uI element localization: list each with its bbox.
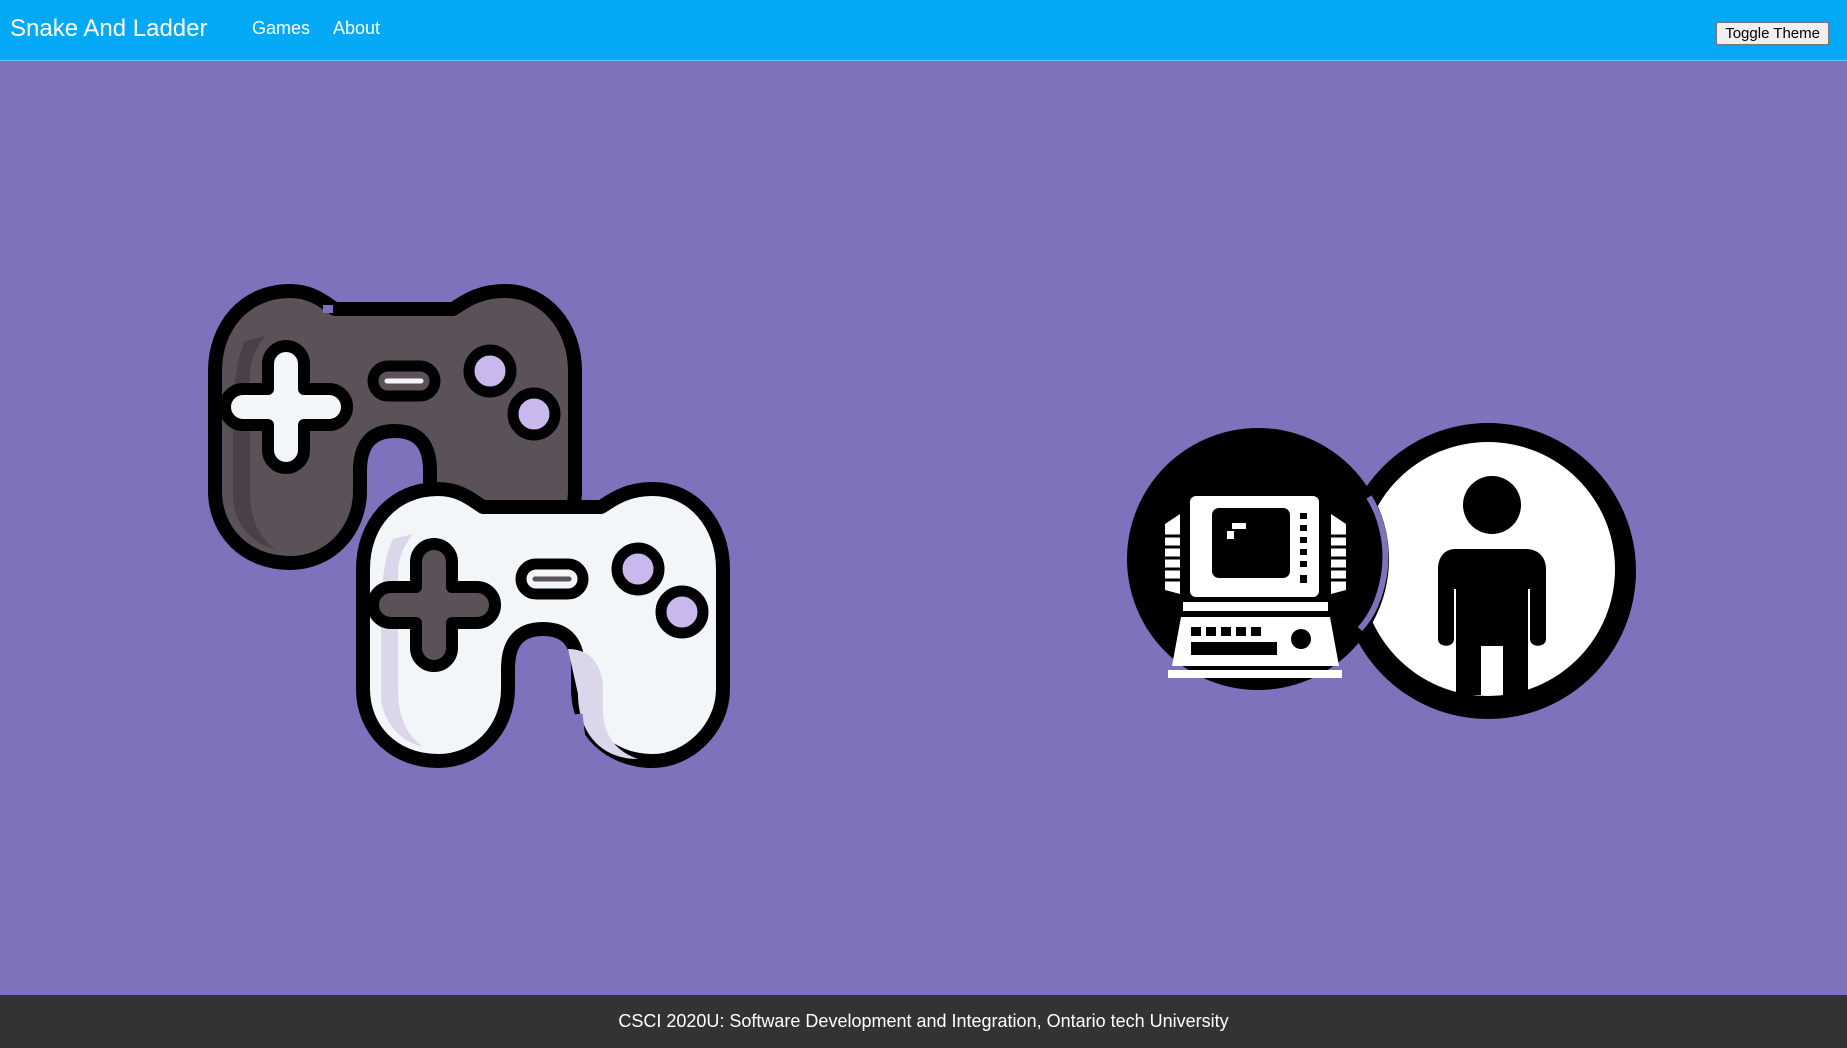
game-controllers-icon — [208, 284, 730, 768]
computer-icon — [1127, 428, 1389, 690]
navbar: Snake And Ladder Games About Toggle Them… — [0, 0, 1847, 61]
footer-text: CSCI 2020U: Software Development and Int… — [618, 1011, 1229, 1031]
multiplayer-game-card[interactable] — [205, 281, 745, 831]
nav-link-games[interactable]: Games — [252, 17, 310, 39]
toggle-theme-button[interactable]: Toggle Theme — [1716, 22, 1829, 45]
nav-link-about[interactable]: About — [333, 17, 380, 39]
light-controller — [356, 482, 730, 768]
computer-versus-player-icon — [1127, 423, 1636, 719]
footer: CSCI 2020U: Software Development and Int… — [0, 995, 1847, 1048]
vs-computer-game-card[interactable] — [1110, 361, 1640, 741]
brand-link[interactable]: Snake And Ladder — [10, 15, 208, 43]
main-content — [0, 61, 1847, 995]
